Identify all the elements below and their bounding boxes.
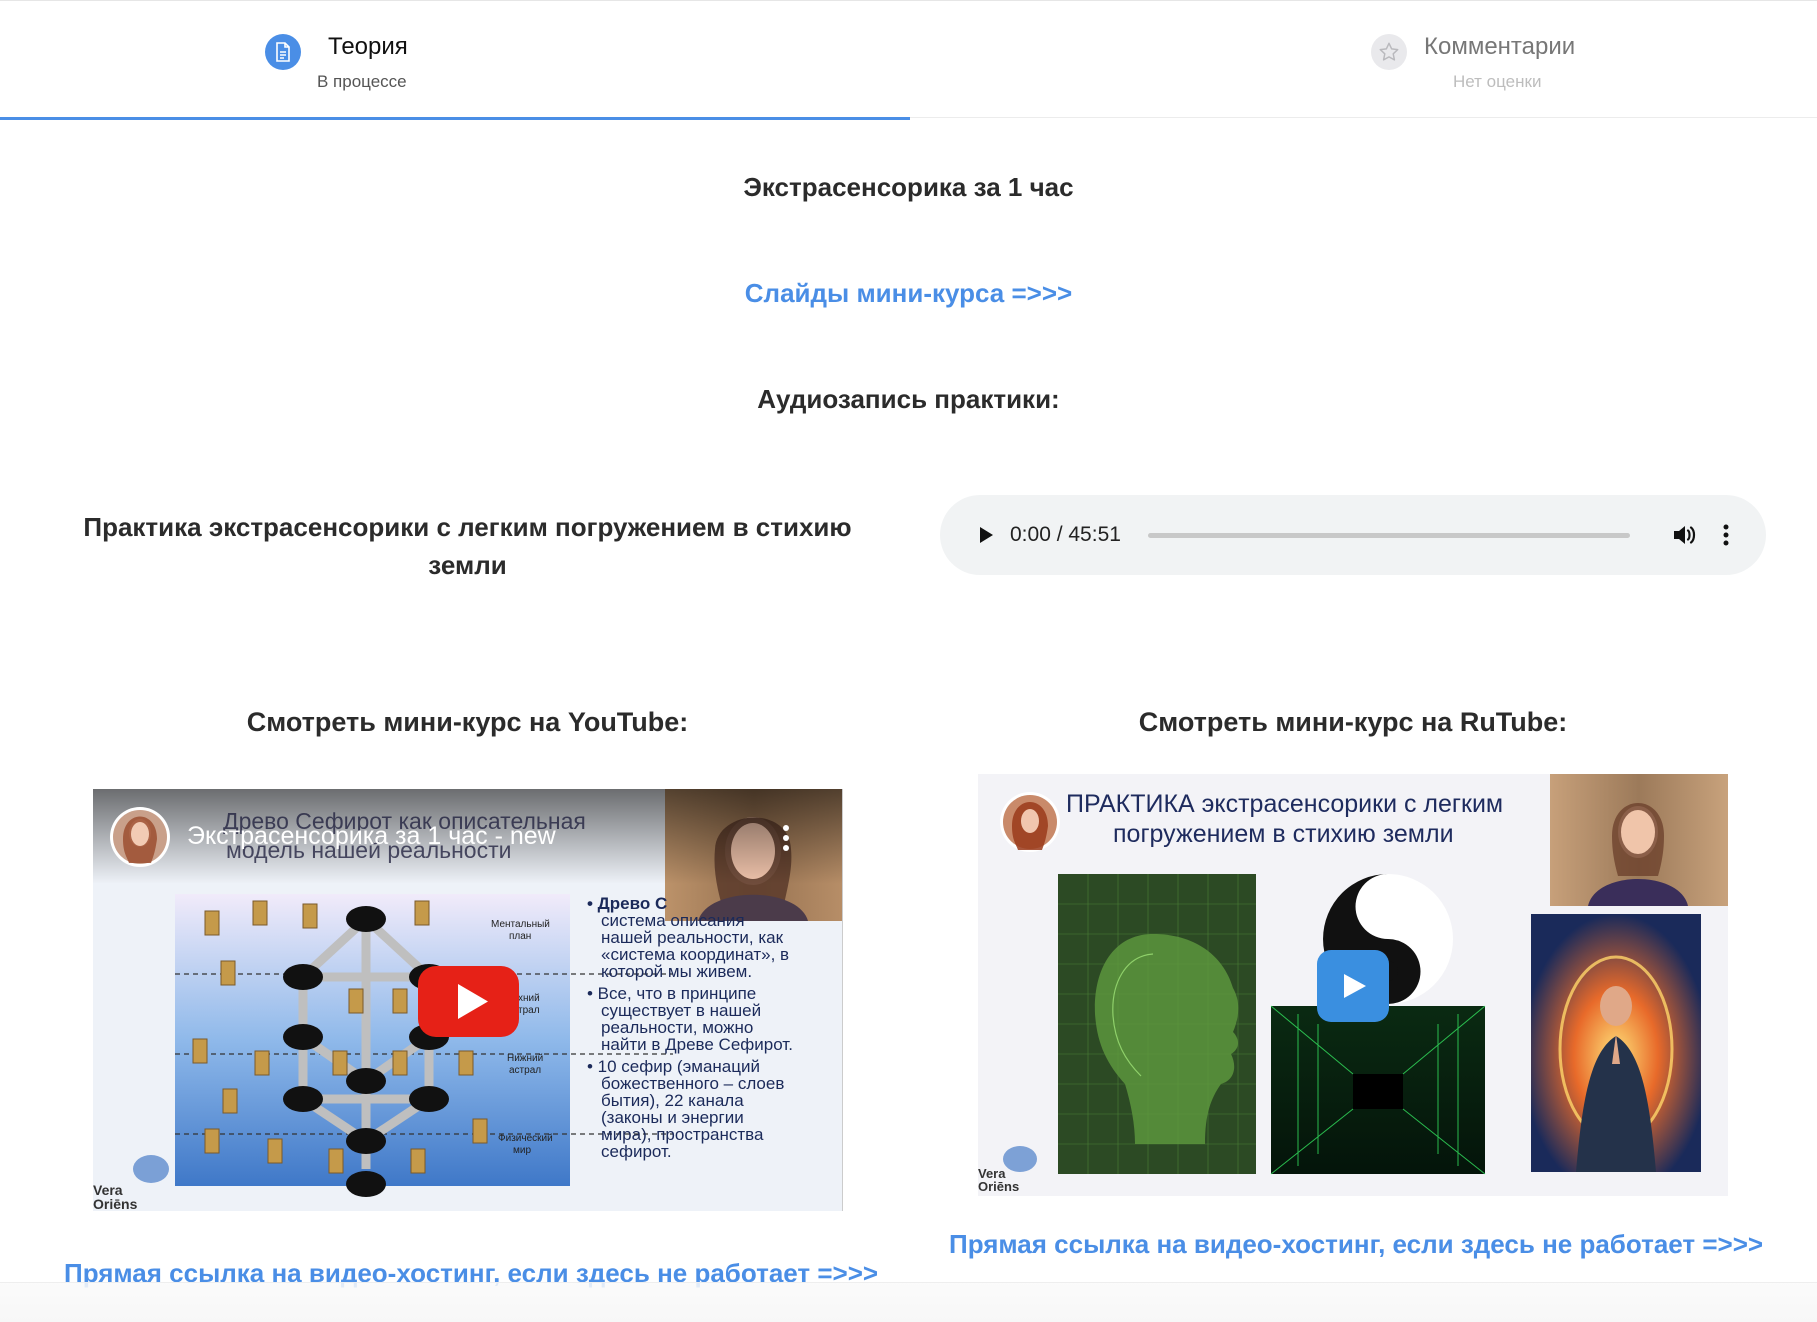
tab-theory[interactable]: Теория В процессе: [0, 1, 910, 120]
svg-text:Oriēns: Oriēns: [93, 1196, 138, 1211]
rutube-direct-link[interactable]: Прямая ссылка на видео-хостинг, если зде…: [949, 1229, 1763, 1260]
svg-text:план: план: [509, 931, 531, 942]
svg-text:погружением в стихию земли: погружением в стихию земли: [1113, 820, 1454, 848]
youtube-video-embed[interactable]: • Древо С система описания нашей реально…: [93, 789, 843, 1211]
tab-comments-title: Комментарии: [1424, 33, 1576, 60]
audio-heading: Аудиозапись практики:: [757, 384, 1060, 414]
rutube-heading: Смотреть мини-курс на RuTube:: [1138, 707, 1568, 737]
svg-text:Нижний: Нижний: [507, 1053, 543, 1064]
tab-comments[interactable]: Комментарии Нет оценки: [910, 1, 1817, 119]
play-button[interactable]: [970, 519, 1002, 551]
document-icon: [265, 34, 301, 70]
active-tab-indicator: [0, 117, 910, 120]
svg-text:Физический: Физический: [498, 1133, 553, 1144]
svg-text:астрал: астрал: [509, 1065, 541, 1076]
svg-text:найти в Древе Сефирот.: найти в Древе Сефирот.: [601, 1035, 793, 1054]
tab-theory-status: В процессе: [317, 72, 407, 91]
audio-progress-slider[interactable]: [1148, 533, 1630, 538]
svg-text:Oriēns: Oriēns: [978, 1179, 1019, 1194]
svg-text:которой мы живем.: которой мы живем.: [601, 962, 752, 981]
youtube-heading: Смотреть мини-курс на YouTube:: [246, 707, 689, 737]
audio-player: 0:00 / 45:51: [940, 495, 1766, 575]
play-icon: [980, 527, 993, 543]
svg-text:Экстрасенсорика за 1 час - new: Экстрасенсорика за 1 час - new: [187, 822, 557, 850]
volume-icon: [1674, 526, 1696, 544]
lesson-title: Экстрасенсорика за 1 час: [743, 172, 1074, 202]
tab-bar: Теория В процессе Комментарии Нет оценки: [0, 0, 1817, 120]
slides-link[interactable]: Слайды мини-курса =>>>: [745, 278, 1072, 308]
bottom-bar: [0, 1282, 1817, 1322]
svg-text:трал: трал: [518, 1005, 540, 1016]
svg-text:Ментальный: Ментальный: [491, 919, 550, 930]
svg-text:сефирот.: сефирот.: [601, 1142, 672, 1161]
rutube-play-button[interactable]: [1317, 950, 1389, 1022]
more-options-button[interactable]: [1716, 517, 1736, 553]
tab-comments-status: Нет оценки: [1453, 72, 1542, 91]
rutube-video-embed[interactable]: ПРАКТИКА экстрасенсорики с легким погруж…: [978, 774, 1728, 1196]
svg-text:мир: мир: [513, 1145, 531, 1156]
star-icon: [1371, 34, 1407, 70]
audio-time: 0:00 / 45:51: [1010, 523, 1121, 546]
tab-theory-title: Теория: [328, 33, 408, 60]
more-vertical-icon: [1723, 524, 1729, 546]
volume-button[interactable]: [1668, 517, 1702, 553]
youtube-play-button[interactable]: [418, 966, 519, 1037]
svg-text:хний: хний: [518, 993, 540, 1004]
practice-title: Практика экстрасенсорики с легким погруж…: [83, 512, 852, 580]
svg-text:ПРАКТИКА экстрасенсорики с лег: ПРАКТИКА экстрасенсорики с легким: [1066, 790, 1503, 818]
